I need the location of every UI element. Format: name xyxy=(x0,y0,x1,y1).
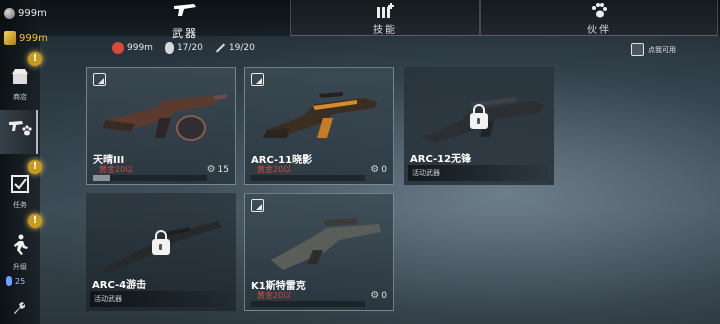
hint-box-icon xyxy=(631,43,644,56)
parts-progress-bar xyxy=(251,301,365,307)
ammo-value: 999m xyxy=(127,43,153,53)
grenade-stat: 17/20 xyxy=(164,42,203,54)
running-man-icon xyxy=(6,234,34,261)
event-weapon-label: 活动武器 xyxy=(408,165,548,181)
grenade-value: 17/20 xyxy=(176,43,203,53)
parts-value: 0 xyxy=(381,290,387,301)
knife-icon xyxy=(215,43,225,53)
ammo-icon xyxy=(112,42,124,54)
lock-icon xyxy=(470,104,488,129)
consumables-row: 999m 17/20 19/20 xyxy=(112,42,255,54)
gold-currency[interactable]: 999m xyxy=(4,31,48,45)
energy-value: 25 xyxy=(15,276,26,286)
knife-value: 19/20 xyxy=(228,43,255,53)
gear-icon: ⚙ xyxy=(370,290,380,301)
tab-partners-label: 伙伴 xyxy=(587,25,611,36)
parts-value: 15 xyxy=(217,164,229,175)
parts-count: ⚙ 0 xyxy=(370,290,387,301)
sidebar-item-shop[interactable]: 商店 xyxy=(6,66,34,102)
energy-counter: 25 xyxy=(6,276,25,286)
silver-amount: 999m xyxy=(18,8,47,19)
tab-skills[interactable]: 技能 xyxy=(290,0,480,36)
weapon-price: 黄金20以 xyxy=(257,165,292,174)
weapon-name: ARC-12无锋 xyxy=(410,154,472,165)
shop-icon xyxy=(6,66,34,91)
weapon-card-locked[interactable]: ARC-4游击 活动武器 xyxy=(86,193,236,311)
parts-count: ⚙ 15 xyxy=(207,164,229,175)
ammo-stat: 999m xyxy=(112,42,153,54)
alert-icon: ! xyxy=(28,160,42,174)
gold-bar-icon xyxy=(4,31,16,45)
tab-skills-label: 技能 xyxy=(373,25,397,36)
event-weapon-label: 活动武器 xyxy=(90,291,230,307)
weapon-price: 黄金20以 xyxy=(257,291,292,300)
pistol-icon xyxy=(160,0,210,25)
weapon-card[interactable]: K1斯特雷克 黄金20以 ⚙ 0 xyxy=(244,193,394,311)
drum-smg-image xyxy=(103,94,227,141)
lock-icon xyxy=(152,230,170,255)
tab-weapons-label: 武器 xyxy=(172,27,198,40)
sidebar-item-upgrade[interactable]: 升级 xyxy=(6,234,34,272)
weapon-price: 黄金20以 xyxy=(99,165,134,174)
sidebar-item-label: 升级 xyxy=(13,263,27,271)
weapon-card[interactable]: 天晴III 黄金20以 ⚙ 15 xyxy=(86,67,236,185)
gear-icon: ⚙ xyxy=(370,164,380,175)
wrench-icon[interactable] xyxy=(12,301,26,319)
hint-label: 点我可用 xyxy=(648,45,676,54)
parts-progress-bar xyxy=(93,175,207,181)
silver-coin-icon xyxy=(4,8,15,19)
gold-amount: 999m xyxy=(19,32,48,44)
k1-bullpup-image xyxy=(271,218,381,270)
usable-hint: 点我可用 xyxy=(631,43,676,56)
tab-partners[interactable]: 伙伴 xyxy=(480,0,718,36)
weapon-name: ARC-4游击 xyxy=(92,280,147,291)
gear-icon: ⚙ xyxy=(206,164,216,175)
energy-icon xyxy=(6,276,12,286)
weapon-card-locked[interactable]: ARC-12无锋 活动武器 xyxy=(404,67,554,185)
sidebar-item-gear[interactable] xyxy=(6,118,34,143)
tab-weapons[interactable]: 武器 xyxy=(160,0,210,40)
grenade-icon xyxy=(164,42,174,54)
gun-paw-icon xyxy=(6,118,34,143)
sidebar-item-label: 商店 xyxy=(13,93,27,101)
parts-progress-bar xyxy=(251,175,365,181)
alert-icon: ! xyxy=(28,52,42,66)
knife-stat: 19/20 xyxy=(215,43,255,53)
assault-rifle-image xyxy=(263,92,377,138)
sidebar-item-tasks[interactable]: 任务 xyxy=(6,174,34,210)
parts-count: ⚙ 0 xyxy=(370,164,387,175)
alert-icon: ! xyxy=(28,214,42,228)
silver-currency: 999m xyxy=(4,8,47,19)
sidebar-item-label: 任务 xyxy=(13,201,27,209)
parts-value: 0 xyxy=(381,164,387,175)
checklist-icon xyxy=(6,174,34,199)
weapon-card[interactable]: ARC-11晓影 黄金20以 ⚙ 0 xyxy=(244,67,394,185)
